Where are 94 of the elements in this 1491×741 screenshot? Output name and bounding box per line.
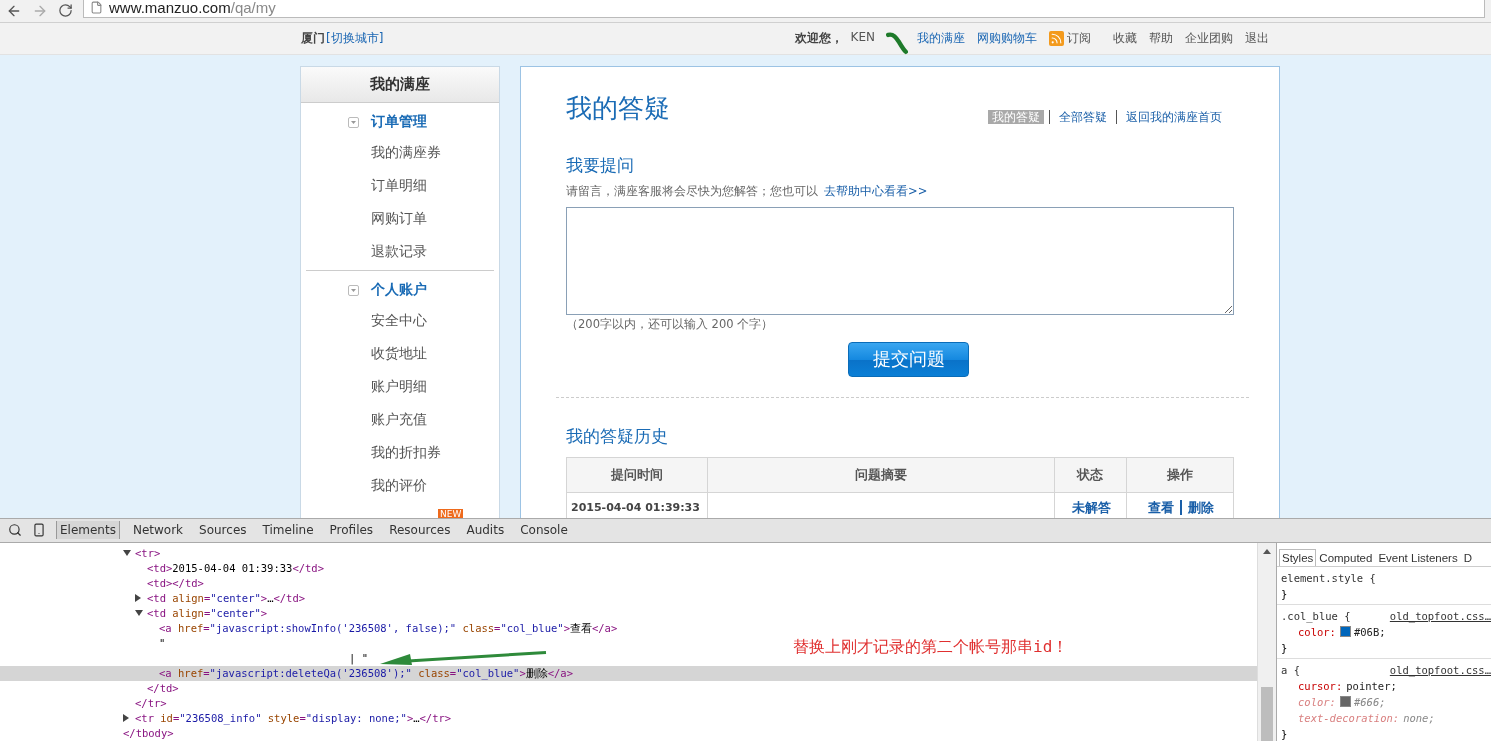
top-link[interactable]: 帮助 (1149, 29, 1173, 47)
username: KEN (850, 29, 875, 46)
action-link[interactable]: 查看 (1142, 500, 1181, 516)
dom-line[interactable]: <td align="center"> (0, 606, 268, 621)
sidebar-item[interactable]: 我的评价 (306, 468, 494, 502)
question-input[interactable] (566, 206, 1234, 315)
sidebar-item[interactable]: 我的折扣券 (306, 435, 494, 469)
sidebar-item[interactable]: 收货地址 (306, 336, 494, 370)
source-link[interactable]: old_topfoot.css… (1389, 608, 1491, 624)
tab[interactable]: 全部答疑 (1049, 109, 1111, 124)
color-swatch[interactable] (1339, 626, 1351, 638)
devtools-tab[interactable]: Audits (463, 521, 508, 540)
css-property: cursor: pointer; (1297, 679, 1398, 694)
styles-tab[interactable]: Computed (1316, 549, 1376, 566)
device-icon[interactable] (32, 523, 46, 538)
column-header: 状态 (1054, 457, 1127, 493)
switch-city-link[interactable]: [切换城市] (326, 29, 384, 47)
scrollbar[interactable] (1257, 543, 1276, 741)
sidebar-group-label[interactable]: 个人账户 (371, 281, 427, 300)
collapse-icon[interactable] (348, 116, 359, 128)
devtools-tab[interactable]: Resources (386, 521, 454, 540)
devtools-tab[interactable]: Profiles (326, 521, 377, 540)
character-counter: （200字以内，还可以输入 200 个字） (566, 316, 775, 332)
dom-line[interactable]: <tr> (0, 546, 161, 561)
styles-tab[interactable]: Event Listeners (1375, 549, 1461, 566)
sidebar-item[interactable]: 网购订单 (306, 201, 494, 235)
dom-line[interactable]: </tr> (0, 696, 167, 711)
new-badge: NEW (438, 508, 464, 518)
dom-line[interactable]: <td></td> (0, 576, 204, 591)
top-link[interactable]: 企业团购 (1185, 29, 1233, 47)
hint-text: 请留言，满座客服将会尽快为您解答；您也可以 (566, 183, 818, 199)
dom-line[interactable]: <td>2015-04-04 01:39:33</td> (0, 561, 325, 576)
css-property: text-decoration: none; (1297, 711, 1436, 726)
dom-line[interactable]: | " (0, 651, 368, 666)
dom-line[interactable]: <tr id="236508_info" style="display: none;">…</tr> (0, 711, 452, 726)
devtools-tab[interactable]: Elements (56, 521, 120, 540)
top-link[interactable]: 退出 (1245, 29, 1269, 47)
column-header: 提问时间 (566, 457, 708, 493)
help-center-link[interactable]: 去帮助中心看看>> (824, 183, 928, 199)
column-header: 问题摘要 (707, 457, 1055, 493)
sidebar-item[interactable]: 订单明细 (306, 168, 494, 202)
tab[interactable]: 返回我的满座首页 (1116, 109, 1226, 124)
css-selector: element.style { (1281, 571, 1376, 586)
styles-tab[interactable]: D (1460, 549, 1475, 566)
sidebar-title: 我的满座 (301, 66, 499, 103)
address-bar[interactable]: www.manzuo.com/qa/my (83, 0, 1485, 19)
sidebar-item[interactable]: 安全中心 (306, 303, 494, 337)
expand-triangle-icon[interactable] (123, 714, 129, 723)
city-label: 厦门 (301, 29, 325, 47)
top-link[interactable]: 网购购物车 (977, 29, 1037, 47)
page-title: 我的答疑 (566, 91, 670, 125)
page-icon (90, 0, 103, 14)
section-heading: 我的答疑历史 (566, 424, 669, 448)
dom-line[interactable]: " (0, 636, 166, 651)
section-heading: 我要提问 (566, 153, 635, 177)
top-link[interactable]: 我的满座 (917, 29, 965, 47)
sidebar-item[interactable]: 账户明细 (306, 369, 494, 403)
source-link[interactable]: old_topfoot.css… (1389, 662, 1491, 678)
welcome-text: 欢迎您， (794, 29, 843, 47)
css-brace: } (1281, 727, 1289, 741)
color-swatch[interactable] (1339, 696, 1351, 708)
devtools-tab[interactable]: Timeline (259, 521, 317, 540)
expand-triangle-icon[interactable] (135, 594, 141, 603)
collapse-icon[interactable] (348, 284, 359, 296)
reload-icon[interactable] (58, 3, 73, 19)
css-selector: a { (1281, 663, 1300, 678)
top-link[interactable]: 收藏 (1113, 29, 1137, 47)
css-property: color: #666; (1297, 695, 1387, 710)
devtools-tab[interactable]: Network (129, 521, 187, 540)
subscribe-link[interactable]: 订阅 (1049, 29, 1091, 47)
dom-line[interactable]: <td align="center">…</td> (0, 591, 306, 606)
dom-line[interactable]: </tbody> (0, 726, 174, 741)
css-selector: .col_blue { (1281, 609, 1351, 624)
css-property: color: #06B; (1297, 625, 1387, 640)
search-icon[interactable] (8, 523, 22, 538)
devtools-tab[interactable]: Console (517, 521, 571, 540)
rss-icon (1049, 30, 1064, 46)
sidebar-item[interactable]: 我的满座券 (306, 135, 494, 169)
action-link[interactable]: 删除 (1180, 500, 1221, 516)
sidebar-group-label[interactable]: 订单管理 (371, 113, 427, 132)
column-header: 操作 (1126, 457, 1234, 493)
redaction-scribble (886, 30, 908, 56)
expand-triangle-icon[interactable] (123, 550, 131, 557)
css-brace: } (1281, 641, 1289, 656)
sidebar-item[interactable]: 退款记录 (306, 234, 494, 268)
expand-triangle-icon[interactable] (135, 610, 143, 617)
annotation-text: 替换上刚才记录的第二个帐号那串id！ (793, 637, 1069, 658)
dom-line[interactable]: </td> (0, 681, 179, 696)
css-brace: } (1281, 587, 1289, 602)
dom-line[interactable]: <a href="javascript:showInfo('236508', false);" class="col_blue">查看</a> (0, 621, 618, 636)
styles-tab[interactable]: Styles (1279, 549, 1317, 566)
sidebar-item[interactable]: 账户充值 (306, 402, 494, 436)
devtools-tab[interactable]: Sources (196, 521, 250, 540)
submit-button[interactable]: 提交问题 (848, 341, 969, 377)
